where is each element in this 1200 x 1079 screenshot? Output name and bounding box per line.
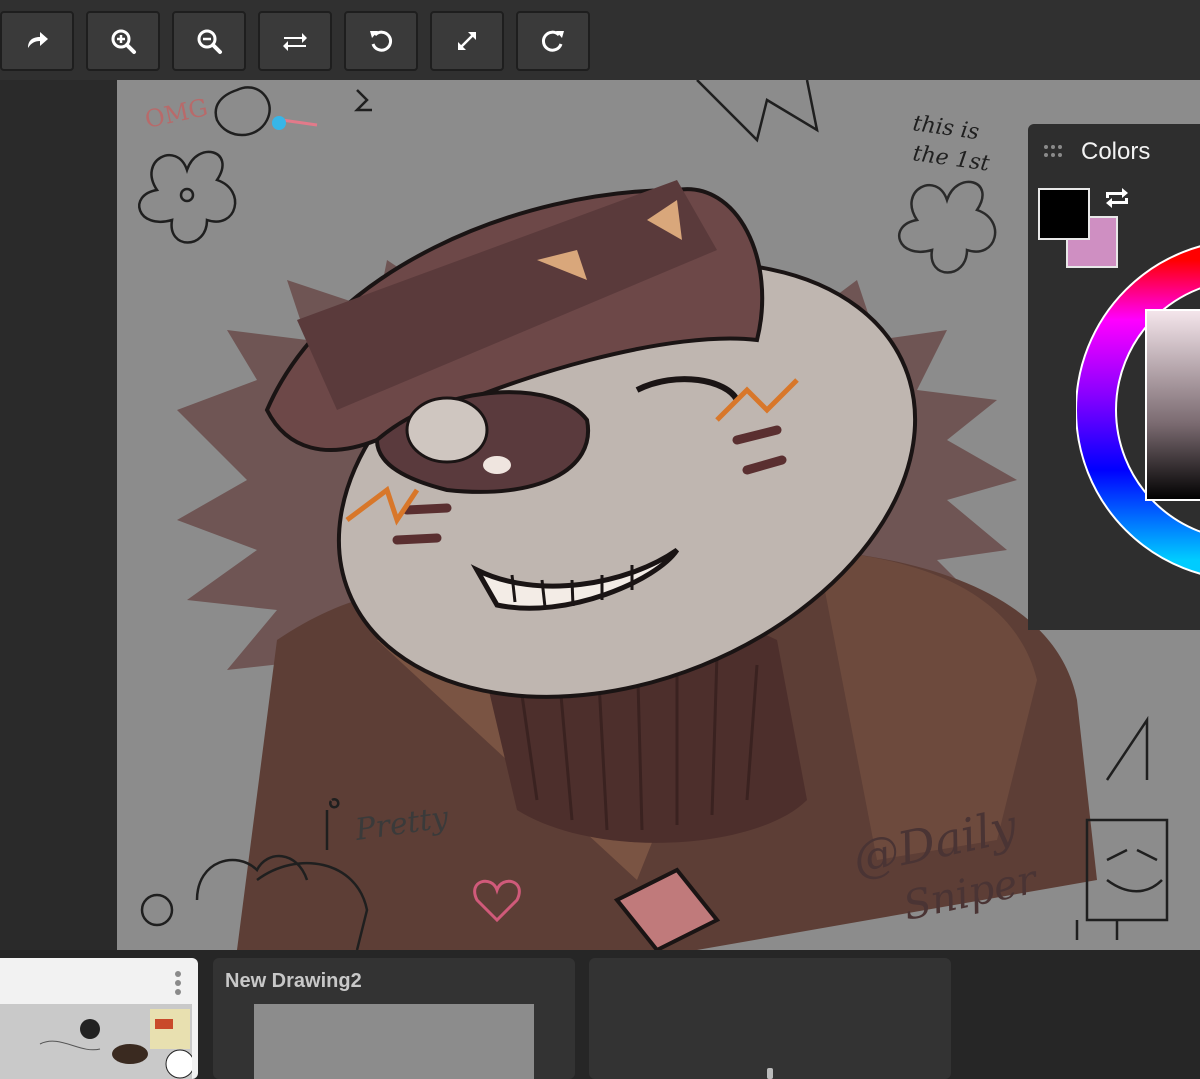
top-toolbar — [0, 0, 1200, 80]
redo-button[interactable] — [0, 11, 74, 71]
drawing-thumbnail — [254, 1004, 534, 1079]
gallery-card-new-drawing2[interactable]: New Drawing2 — [213, 958, 575, 1079]
gallery-card-empty[interactable] — [589, 958, 951, 1079]
fit-screen-button[interactable] — [430, 11, 504, 71]
more-options-icon[interactable] — [174, 970, 182, 996]
rotate-left-button[interactable] — [344, 11, 418, 71]
drawing-gallery: New Drawing2 — [0, 950, 1200, 1079]
zoom-out-icon — [197, 29, 222, 54]
left-gutter — [0, 80, 117, 950]
gallery-card-title: New Drawing2 — [225, 970, 362, 992]
flip-arrows-icon — [283, 33, 307, 51]
swap-colors-icon[interactable] — [1102, 186, 1132, 210]
share-arrow-icon — [28, 32, 48, 48]
rotate-right-button[interactable] — [516, 11, 590, 71]
drawing-thumbnail — [0, 1004, 195, 1079]
gallery-card-current[interactable] — [0, 958, 198, 1079]
doodle-text-the-1st: the 1st — [911, 141, 991, 177]
color-wheel[interactable] — [1076, 240, 1200, 580]
expand-icon — [458, 32, 476, 50]
doodle-text-this-is: this is — [911, 111, 980, 145]
primary-color-swatch[interactable] — [1038, 188, 1090, 240]
flip-button[interactable] — [258, 11, 332, 71]
zoom-in-icon — [111, 29, 136, 54]
doodle-text-omg: OMG — [142, 93, 210, 134]
colors-panel-title: Colors — [1081, 138, 1151, 165]
rotate-cw-icon — [541, 30, 564, 52]
card-handle — [767, 1068, 773, 1079]
zoom-in-button[interactable] — [86, 11, 160, 71]
rotate-ccw-icon — [370, 30, 393, 52]
colors-panel: Colors — [1028, 124, 1200, 630]
zoom-out-button[interactable] — [172, 11, 246, 71]
drag-grip-icon[interactable] — [1043, 144, 1063, 158]
